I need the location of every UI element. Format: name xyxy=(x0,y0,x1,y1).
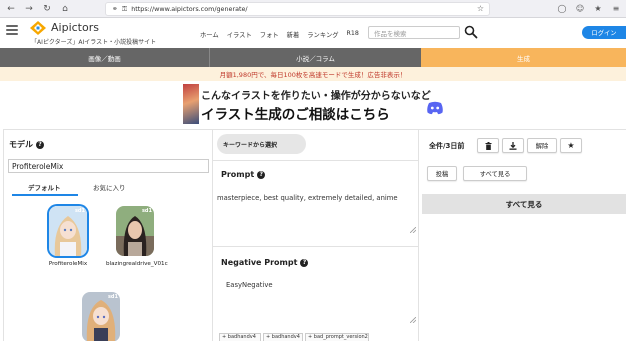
model-title: モデル ? xyxy=(9,139,44,150)
hamburger-menu-icon[interactable] xyxy=(6,25,18,35)
menu-icon[interactable]: ≡ xyxy=(610,2,622,14)
nav-illust[interactable]: イラスト xyxy=(227,30,252,39)
banner-line2: イラスト生成のご相談はこちら xyxy=(201,107,390,123)
shield-icon: ⚭ xyxy=(112,5,118,13)
nav-home[interactable]: ホーム xyxy=(200,30,219,39)
nav-ranking[interactable]: ランキング xyxy=(307,30,338,39)
browser-toolbar: ← → ↻ ⌂ ⚭ ⚿ https://www.aipictors.com/ge… xyxy=(0,0,626,18)
history-filter-label[interactable]: 全件/3日前 xyxy=(429,141,464,151)
keyword-select-button[interactable]: キーワードから選択 xyxy=(217,134,306,154)
bookmark-star-icon[interactable]: ☆ xyxy=(477,4,484,13)
nav-r18[interactable]: R18 xyxy=(347,30,359,39)
help-icon[interactable]: ? xyxy=(257,170,266,179)
prompt-title-text: Prompt xyxy=(221,170,255,179)
divider xyxy=(213,160,419,161)
sd1-badge: sd1 xyxy=(141,208,152,214)
prompt-panel: キーワードから選択 Prompt ? masterpiece, best qua… xyxy=(213,129,419,341)
banner-line1: こんなイラストを作りたい・操作が分からないなど xyxy=(201,91,431,102)
history-panel: 全件/3日前 解除 ★ 投稿 すべて見る すべて見る xyxy=(419,129,626,341)
help-icon[interactable]: ? xyxy=(36,140,44,149)
delete-button[interactable] xyxy=(477,138,499,153)
home-icon[interactable]: ⌂ xyxy=(58,2,72,16)
banner-illustration xyxy=(183,84,199,124)
model-panel: モデル ? ProfiteroleMix デフォルト お気に入り sd1 Pro… xyxy=(3,129,213,341)
download-button[interactable] xyxy=(502,138,524,153)
favorite-button[interactable]: ★ xyxy=(560,138,582,153)
reload-icon[interactable]: ↻ xyxy=(40,2,54,16)
login-button[interactable]: ログイン xyxy=(582,26,626,39)
resize-handle-icon[interactable] xyxy=(410,317,416,323)
model-search-input[interactable]: ProfiteroleMix xyxy=(8,159,209,173)
active-tab-indicator xyxy=(12,194,78,196)
consultation-banner[interactable]: こんなイラストを作りたい・操作が分からないなど イラスト生成のご相談はこちら xyxy=(183,84,447,124)
forward-icon[interactable]: → xyxy=(22,2,36,16)
star-icon: ★ xyxy=(567,141,575,150)
negative-prompt-textarea[interactable]: EasyNegative xyxy=(226,281,424,290)
brand-name[interactable]: Aipictors xyxy=(51,21,99,34)
shield-extension-icon[interactable]: ◯ xyxy=(556,2,568,14)
url-text: https://www.aipictors.com/generate/ xyxy=(131,5,248,13)
negative-prompt-title: Negative Prompt ? xyxy=(221,258,309,267)
download-icon xyxy=(509,141,517,150)
model-thumb-third[interactable]: sd1 xyxy=(82,292,120,341)
mode-tabs: 画像／動画 小説／コラム 生成 xyxy=(0,48,626,67)
model-title-text: モデル xyxy=(9,140,33,149)
model-caption-profiterolemix: ProfiteroleMix xyxy=(48,261,88,267)
trash-icon xyxy=(485,141,491,150)
resize-handle-icon[interactable] xyxy=(410,227,416,233)
back-icon[interactable]: ← xyxy=(4,2,18,16)
nav-photo[interactable]: フォト xyxy=(260,30,279,39)
tab-novels-columns[interactable]: 小説／コラム xyxy=(210,48,421,67)
divider xyxy=(213,246,419,247)
show-all-button[interactable]: すべて見る xyxy=(463,166,527,181)
site-tagline: 「AIピクターズ」AIイラスト・小説投稿サイト xyxy=(31,39,157,46)
negative-tag-chip[interactable]: + bad_prompt_version2 xyxy=(305,333,369,341)
model-thumb-profiterolemix[interactable]: sd1 xyxy=(49,206,87,256)
search-icon[interactable] xyxy=(464,25,478,39)
sd1-badge: sd1 xyxy=(107,294,118,300)
account-icon[interactable]: ☺ xyxy=(574,2,586,14)
tab-default[interactable]: デフォルト xyxy=(28,182,61,192)
negative-prompt-title-text: Negative Prompt xyxy=(221,258,298,267)
lock-icon: ⚿ xyxy=(121,4,128,13)
cancel-selection-button[interactable]: 解除 xyxy=(527,138,557,153)
negative-tag-chip[interactable]: + badhandv4 xyxy=(263,333,303,341)
discord-icon xyxy=(427,101,443,115)
model-thumb-blazingrealdrive[interactable]: sd1 xyxy=(116,206,154,256)
extensions-icon[interactable]: ★ xyxy=(592,2,604,14)
tab-favorites[interactable]: お気に入り xyxy=(93,182,126,192)
sd1-badge: sd1 xyxy=(74,208,85,214)
tab-generate[interactable]: 生成 xyxy=(421,48,626,67)
negative-tag-chip[interactable]: + badhandv4 xyxy=(219,333,261,341)
tab-images-videos[interactable]: 画像／動画 xyxy=(0,48,210,67)
nav-new[interactable]: 新着 xyxy=(287,30,300,39)
aipictors-logo[interactable] xyxy=(30,21,46,35)
post-button[interactable]: 投稿 xyxy=(427,166,457,181)
address-bar[interactable]: ⚭ ⚿ https://www.aipictors.com/generate/ … xyxy=(105,2,490,16)
prompt-textarea[interactable]: masterpiece, best quality, extremely det… xyxy=(217,194,415,203)
help-icon[interactable]: ? xyxy=(300,258,309,267)
search-input[interactable]: 作品を検索 xyxy=(368,26,460,39)
top-navigation: ホーム イラスト フォト 新着 ランキング R18 xyxy=(200,30,359,39)
promo-banner-text[interactable]: 月額1,980円で、毎日100枚を高速モードで生成！広告非表示！ xyxy=(0,67,626,81)
prompt-title: Prompt ? xyxy=(221,170,266,179)
model-caption-blazingrealdrive: blazingrealdrive_V01c xyxy=(106,261,168,267)
site-header: Aipictors 「AIピクターズ」AIイラスト・小説投稿サイト ホーム イラ… xyxy=(0,18,626,48)
show-all-big-button[interactable]: すべて見る xyxy=(422,194,626,214)
